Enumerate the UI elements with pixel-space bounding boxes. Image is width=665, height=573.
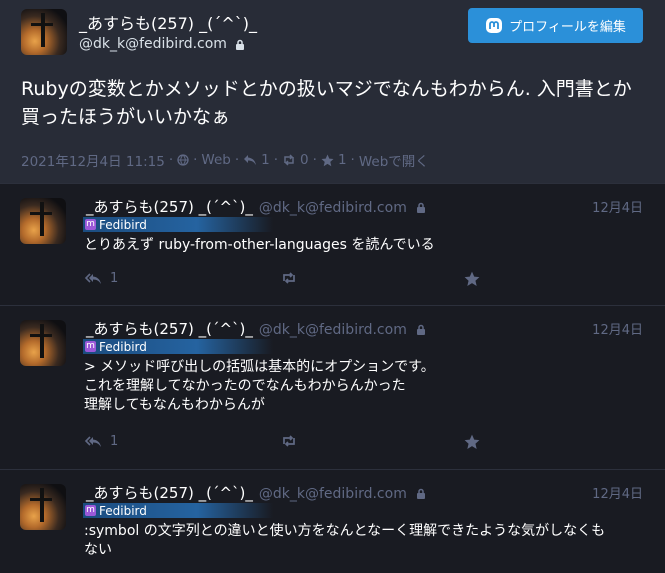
star-icon [464,434,480,450]
display-name[interactable]: _あすらも(257) _(´^`)_ [79,10,257,34]
status-date[interactable]: 12月4日 [592,483,643,502]
meta-separator: · [273,152,279,168]
boost-icon [283,272,295,284]
edit-profile-button[interactable]: プロフィールを編集 [468,8,643,43]
boost-count: 0 [300,152,309,168]
reply-count: 1 [110,271,119,286]
avatar[interactable] [20,320,66,366]
reply-status[interactable]: _あすらも(257) _(´^`)_ @dk_k@fedibird.com 12月… [0,305,665,470]
avatar[interactable] [20,484,66,530]
fedibird-badge: m Fedibird [83,339,273,354]
reply-author[interactable]: _あすらも(257) _(´^`)_ @dk_k@fedibird.com [86,318,426,339]
status-content: Rubyの変数とかメソッドとかの扱いマジでなんもわからん. 入門書とか買ったほう… [21,78,632,128]
meta-separator: · [168,152,174,168]
account-handle: @dk_k@fedibird.com [258,322,407,338]
lock-icon [416,488,425,499]
lock-icon [416,202,425,213]
status-content: > メソッド呼び出しの括弧は基本的にオプションです。 これを理解してなかったので… [84,358,644,415]
status-actions: 1 [84,271,484,291]
account-handle: @dk_k@fedibird.com [258,486,407,502]
content-line: ない [84,542,112,558]
content-line: 理解してもなんもわからんが [84,397,265,413]
status-app[interactable]: Web [201,152,230,168]
status-content: とりあえず ruby-from-other-languages を読んでいる [84,236,644,255]
account-text: @dk_k@fedibird.com [79,36,227,52]
favourite-count: 1 [337,152,347,168]
meta-separator: · [234,152,240,168]
display-name: _あすらも(257) _(´^`)_ [86,198,253,216]
status-meta: 2021年12月4日 11:15 · · Web · 1 · 0 · 1 · W… [21,150,429,170]
reply-icon [244,155,257,165]
meta-separator: · [312,152,317,168]
globe-icon [177,154,189,166]
badge-label: Fedibird [99,503,147,518]
avatar[interactable] [20,198,66,244]
lock-icon [236,39,245,50]
badge-label: Fedibird [99,217,147,232]
reply-author[interactable]: _あすらも(257) _(´^`)_ @dk_k@fedibird.com [86,196,426,217]
fedibird-badge: m Fedibird [83,217,273,232]
display-name: _あすらも(257) _(´^`)_ [86,320,253,338]
display-name: _あすらも(257) _(´^`)_ [86,484,253,502]
reply-count: 1 [110,434,119,449]
lock-icon [416,324,425,335]
account-handle[interactable]: @dk_k@fedibird.com [79,36,245,52]
account-handle: @dk_k@fedibird.com [258,200,407,216]
favourite-button[interactable] [464,434,480,450]
mastodon-icon [486,17,503,33]
favourite-button[interactable] [464,271,480,287]
content-line: :symbol の文字列との違いと使い方をなんとなーく理解できたような気がしなく… [84,523,606,539]
reply-button[interactable]: 1 [84,271,118,286]
content-line: これを理解してなかったのでなんもわからんかった [84,378,406,394]
reply-status[interactable]: _あすらも(257) _(´^`)_ @dk_k@fedibird.com 12月… [0,183,665,306]
reply-all-icon [84,435,101,447]
boost-icon [283,435,295,447]
star-icon [321,154,334,166]
fedibird-badge: m Fedibird [83,503,273,518]
fedibird-icon: m [85,341,96,352]
reply-button[interactable]: 1 [84,434,118,449]
boost-button[interactable] [281,434,297,448]
boost-icon [284,154,294,166]
focused-status: _あすらも(257) _(´^`)_ @dk_k@fedibird.com プロ… [0,0,665,183]
meta-separator: · [193,152,198,168]
reply-all-icon [84,272,101,284]
avatar[interactable] [21,9,67,55]
star-icon [464,271,480,287]
reply-status[interactable]: _あすらも(257) _(´^`)_ @dk_k@fedibird.com 12月… [0,469,665,573]
status-content: :symbol の文字列との違いと使い方をなんとなーく理解できたような気がしなく… [84,522,644,560]
fedibird-icon: m [85,505,96,516]
status-actions: 1 [84,434,484,454]
fedibird-icon: m [85,219,96,230]
reply-author[interactable]: _あすらも(257) _(´^`)_ @dk_k@fedibird.com [86,482,426,503]
meta-separator: · [350,152,355,168]
edit-profile-label: プロフィールを編集 [509,20,626,35]
content-line: とりあえず ruby-from-other-languages を読んでいる [84,237,435,253]
reply-count: 1 [261,152,270,168]
content-line: > メソッド呼び出しの括弧は基本的にオプションです。 [84,359,435,375]
status-date[interactable]: 12月4日 [592,319,643,338]
open-in-web-link[interactable]: Webで開く [359,150,429,170]
boost-button[interactable] [281,271,297,285]
status-timestamp[interactable]: 2021年12月4日 11:15 [21,150,165,170]
status-date[interactable]: 12月4日 [592,197,643,216]
badge-label: Fedibird [99,339,147,354]
